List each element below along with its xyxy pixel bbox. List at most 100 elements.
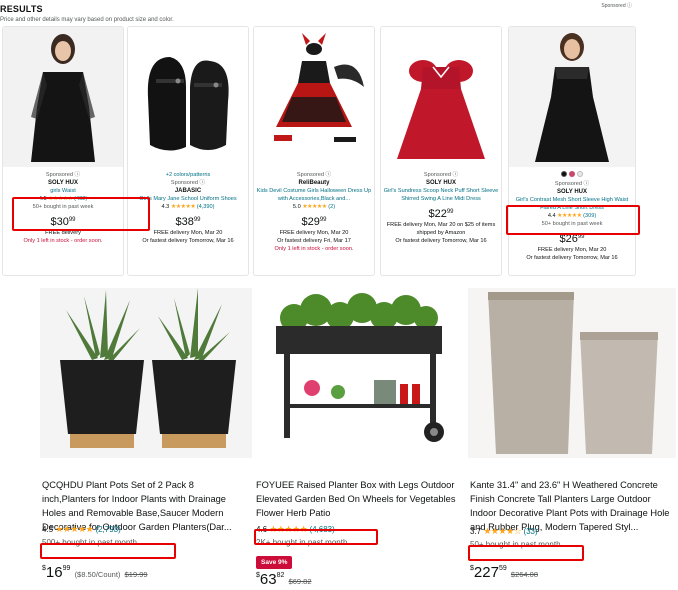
save-badge: Save 9% [256, 556, 293, 569]
colors-link[interactable]: +2 colors/patterns [128, 171, 248, 179]
rating-row[interactable]: 4.3 ★★★★★ (4,390) [128, 203, 248, 211]
top-results-section: RESULTS Price and other details may vary… [0, 0, 678, 280]
sponsored-label[interactable]: Sponsored ⓘ [254, 171, 374, 179]
results-note: Price and other details may vary based o… [0, 17, 174, 23]
review-count[interactable]: (402) [74, 196, 87, 202]
price-whole: 38 [181, 216, 194, 228]
product-brand: ReliBeauty [298, 180, 330, 186]
price-whole: 29 [307, 216, 320, 228]
sponsored-label[interactable]: Sponsored ⓘ [601, 2, 632, 9]
price[interactable]: $6382 $69.82 [256, 571, 312, 588]
product-title[interactable]: Kids Devil Costume Girls Halloween Dress… [254, 187, 374, 203]
unit-price: ($8.50/Count) [74, 570, 121, 579]
price[interactable]: $3099 [3, 213, 123, 229]
rating-row[interactable]: 4.4 ★★★★★ (309) [509, 212, 635, 220]
star-rating-icon[interactable]: ★★★★★ [171, 204, 196, 210]
rating-row[interactable]: 4.6 ★★★★★ (4,683) [256, 524, 335, 535]
price-fraction: 99 [577, 234, 585, 240]
price-whole: 63 [259, 571, 277, 588]
product-card-4[interactable]: Sponsored ⓘ SOLY HUX Girl's Sundress Sco… [380, 26, 502, 276]
fastest-delivery: Or fastest delivery Fri, Mar 17 [277, 238, 351, 244]
product-card-5[interactable]: Sponsored ⓘ SOLY HUX Girl's Contrast Mes… [508, 26, 636, 276]
price-fraction: 99 [68, 217, 76, 223]
price-fraction: 59 [498, 565, 507, 572]
price-whole: 30 [56, 216, 69, 228]
price[interactable]: $3899 [128, 213, 248, 229]
rating-row[interactable]: 5.0 ★★★★★ (2) [254, 203, 374, 211]
price-fraction: 99 [193, 217, 201, 223]
product-title[interactable]: Girl's Contrast Mesh Short Sleeve High W… [509, 196, 635, 212]
product-card-concrete-planters[interactable]: Kante 31.4" and 23.6" H Weathered Concre… [468, 288, 676, 590]
product-title[interactable]: FOYUEE Raised Planter Box with Legs Outd… [256, 478, 464, 520]
product-card-1[interactable]: Sponsored ⓘ SOLY HUX girls Waist 4.5 ★★★… [2, 26, 124, 276]
sponsored-label[interactable]: Sponsored ⓘ [128, 179, 248, 187]
bought-badge: 50+ bought in past week [541, 221, 603, 227]
bought-badge: 500+ bought in past month [42, 538, 137, 547]
product-brand: SOLY HUX [425, 180, 456, 186]
price-whole: 22 [434, 208, 447, 220]
product-info: Sponsored ⓘ ReliBeauty Kids Devil Costum… [254, 171, 374, 253]
product-brand: SOLY HUX [556, 189, 587, 195]
star-rating-icon[interactable]: ★★★★★ [557, 213, 582, 219]
delivery-info: FREE delivery Mon, Mar 20 [153, 230, 223, 236]
review-count[interactable]: (2,793) [95, 525, 120, 534]
product-info: +2 colors/patterns Sponsored ⓘ JABASIC G… [128, 171, 248, 245]
product-image[interactable] [381, 27, 501, 167]
product-card-3[interactable]: Sponsored ⓘ ReliBeauty Kids Devil Costum… [253, 26, 375, 276]
review-count[interactable]: (2) [328, 204, 335, 210]
price[interactable]: $2299 [381, 205, 501, 221]
review-count[interactable]: (309) [583, 213, 596, 219]
rating-value: 4.5 [38, 196, 47, 202]
price[interactable]: $2699 [509, 230, 635, 246]
sponsored-label[interactable]: Sponsored ⓘ [509, 180, 635, 188]
rating-row[interactable]: 4.5 ★★★★★ (402) [3, 195, 123, 203]
product-card-2[interactable]: +2 colors/patterns Sponsored ⓘ JABASIC G… [127, 26, 249, 276]
price[interactable]: $1699 ($8.50/Count) $19.99 [42, 564, 148, 581]
product-image[interactable] [40, 288, 252, 458]
rating-row[interactable]: 3.7 ★★★★☆ (33) [470, 526, 538, 537]
product-image[interactable] [128, 27, 248, 167]
swatch-black[interactable] [561, 171, 568, 177]
list-price: $264.08 [510, 570, 539, 579]
product-card-planter-pots[interactable]: QCQHDU Plant Pots Set of 2 Pack 8 inch,P… [40, 288, 252, 590]
rating-value: 4.6 [256, 525, 268, 534]
product-image[interactable] [254, 27, 374, 167]
stock-warning: Only 1 left in stock - order soon. [23, 238, 103, 244]
product-title[interactable]: girls Waist [3, 187, 123, 195]
review-count[interactable]: (33) [523, 527, 537, 536]
star-rating-icon[interactable]: ★★★★★ [55, 524, 93, 534]
sponsored-label[interactable]: Sponsored ⓘ [3, 171, 123, 179]
star-rating-icon[interactable]: ★★★★★ [48, 196, 73, 202]
review-count[interactable]: (4,683) [309, 525, 334, 534]
product-title[interactable]: Girl's Sundress Scoop Neck Puff Short Sl… [381, 187, 501, 203]
color-swatches [509, 171, 635, 180]
price-whole: 26 [565, 233, 578, 245]
product-image[interactable] [3, 27, 123, 167]
product-image[interactable] [509, 27, 635, 167]
review-count[interactable]: (4,390) [197, 204, 215, 210]
price-whole: 16 [45, 564, 63, 581]
bottom-results-section: QCQHDU Plant Pots Set of 2 Pack 8 inch,P… [0, 284, 678, 590]
product-title[interactable]: Girl's Mary Jane School Uniform Shoes [128, 195, 248, 203]
delivery-info: FREE delivery Mon, Mar 20 on $25 of item… [386, 222, 496, 236]
rating-row[interactable]: 4.5 ★★★★★ (2,793) [42, 524, 121, 535]
product-image[interactable] [254, 288, 466, 458]
delivery-info: FREE delivery Mon, Mar 20 [279, 230, 349, 236]
star-rating-icon[interactable]: ★★★★★ [269, 524, 307, 534]
star-rating-icon[interactable]: ★★★★☆ [483, 526, 521, 536]
swatch-white[interactable] [576, 171, 583, 177]
product-info: Sponsored ⓘ SOLY HUX Girl's Sundress Sco… [381, 171, 501, 245]
rating-value: 3.7 [470, 527, 482, 536]
price[interactable]: $22759 $264.08 [470, 564, 538, 581]
star-rating-icon[interactable]: ★★★★★ [302, 204, 327, 210]
fastest-delivery: Or fastest delivery Tomorrow, Mar 16 [526, 255, 618, 261]
price-whole: 227 [473, 564, 499, 581]
product-card-raised-planter[interactable]: FOYUEE Raised Planter Box with Legs Outd… [254, 288, 466, 590]
sponsored-label[interactable]: Sponsored ⓘ [381, 171, 501, 179]
fastest-delivery: Or fastest delivery Tomorrow, Mar 16 [395, 238, 487, 244]
swatch-pink[interactable] [569, 171, 575, 177]
price-fraction: 99 [62, 565, 71, 572]
product-image[interactable] [468, 288, 676, 458]
product-brand: SOLY HUX [47, 180, 78, 186]
price[interactable]: $2999 [254, 213, 374, 229]
